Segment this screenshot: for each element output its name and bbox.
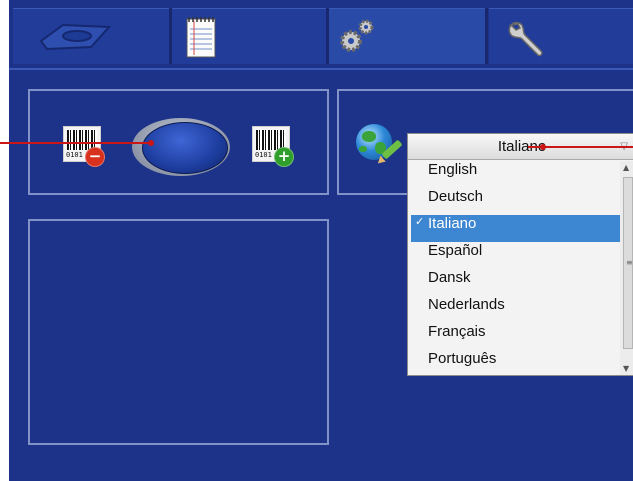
language-options: English Deutsch ✓ Italiano Español Dansk … [408, 161, 633, 377]
gears-icon [340, 19, 374, 52]
minus-badge-icon: − [85, 147, 105, 167]
tab-notes[interactable] [172, 8, 326, 64]
language-dropdown[interactable]: Italiano ▽ English Deutsch ✓Italiano Esp… [407, 133, 633, 376]
barcode-add-button[interactable]: 0101 + [252, 126, 294, 167]
scroll-up-icon[interactable]: ▲ [623, 163, 629, 172]
language-option-italiano[interactable]: ✓ Italiano [411, 215, 633, 242]
notepad-icon [186, 17, 216, 58]
wrench-icon [508, 21, 543, 57]
callout-dot-toggle [148, 140, 154, 146]
toggle-knob[interactable] [142, 122, 228, 174]
tab-device[interactable] [13, 8, 169, 64]
barcode-digits: 0101 [255, 151, 272, 159]
dropdown-scrollbar[interactable]: ▲ ≡ ▼ [620, 161, 633, 375]
settings-screen: 0101 − 0101 + Italiano ▽ English Deutsch… [9, 0, 633, 481]
tab-tools[interactable] [489, 8, 633, 64]
barcode-digits: 0101 [66, 151, 83, 159]
check-icon: ✓ [415, 216, 425, 228]
language-option-dansk[interactable]: Dansk [408, 269, 620, 296]
callout-dot-language [540, 144, 546, 150]
device-tray-icon [39, 23, 112, 51]
barcode-remove-button[interactable]: 0101 − [63, 126, 105, 167]
tab-bar [9, 0, 633, 64]
callout-line-toggle [0, 142, 152, 144]
scrollbar-thumb[interactable]: ≡ [623, 177, 633, 349]
language-option-deutsch[interactable]: Deutsch [408, 188, 620, 215]
language-option-portugues[interactable]: Português [408, 350, 620, 377]
tab-separator [485, 8, 488, 64]
tab-bar-divider [9, 68, 633, 70]
empty-panel [28, 219, 329, 445]
language-option-espanol[interactable]: Español [408, 242, 620, 269]
grip-icon: ≡ [626, 258, 633, 267]
language-option-francais[interactable]: Français [408, 323, 620, 350]
language-option-nederlands[interactable]: Nederlands [408, 296, 620, 323]
language-option-english[interactable]: English [408, 161, 620, 188]
tab-settings[interactable] [329, 8, 485, 64]
plus-badge-icon: + [274, 147, 294, 167]
scroll-down-icon[interactable]: ▼ [623, 364, 629, 373]
